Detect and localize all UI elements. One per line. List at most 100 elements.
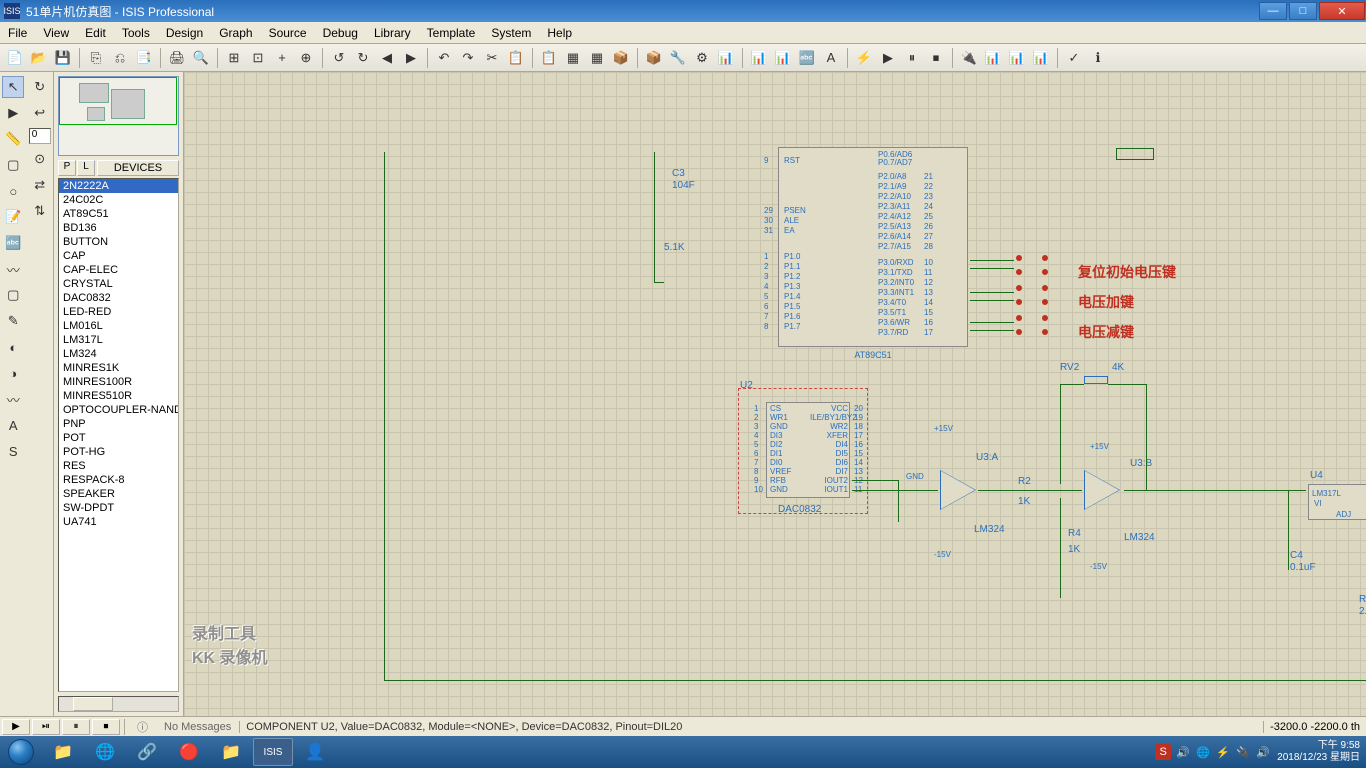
toolbar-btn-11[interactable]: ⊕ (295, 47, 317, 69)
tool-0[interactable]: ↖ (2, 76, 24, 98)
device-item[interactable]: BUTTON (59, 235, 178, 249)
menu-view[interactable]: View (35, 23, 77, 43)
toolbar-btn-20[interactable]: 📋 (538, 47, 560, 69)
tool-8[interactable]: ▢ (2, 284, 24, 306)
menu-library[interactable]: Library (366, 23, 419, 43)
rotate-ccw-icon[interactable]: ↩ (29, 102, 51, 124)
device-item[interactable]: MINRES510R (59, 389, 178, 403)
device-item[interactable]: UA741 (59, 515, 178, 529)
device-item[interactable]: LED-RED (59, 305, 178, 319)
taskbar-app-3[interactable]: 🔴 (169, 738, 209, 766)
tool-13[interactable]: A (2, 414, 24, 436)
menu-edit[interactable]: Edit (77, 23, 114, 43)
component-array[interactable] (1116, 148, 1154, 160)
toolbar-btn-1[interactable]: 📂 (28, 47, 50, 69)
toolbar-btn-19[interactable]: 📋 (505, 47, 527, 69)
component-button-up[interactable] (1014, 288, 1050, 302)
tray-icon-2[interactable]: 🌐 (1195, 744, 1211, 760)
toolbar-btn-10[interactable]: + (271, 47, 293, 69)
device-item[interactable]: 2N2222A (59, 179, 178, 193)
toolbar-btn-22[interactable]: ▦ (586, 47, 608, 69)
minimize-button[interactable]: — (1259, 2, 1287, 20)
menu-source[interactable]: Source (261, 23, 315, 43)
tool-12[interactable]: 〰 (2, 388, 24, 410)
device-item[interactable]: CRYSTAL (59, 277, 178, 291)
device-item[interactable]: CAP (59, 249, 178, 263)
toolbar-btn-39[interactable]: 📊 (1030, 47, 1052, 69)
toolbar-btn-5[interactable]: 📑 (133, 47, 155, 69)
toolbar-btn-29[interactable]: 📊 (772, 47, 794, 69)
toolbar-btn-2[interactable]: 💾 (52, 47, 74, 69)
component-u3b[interactable] (1084, 470, 1120, 510)
toolbar-btn-31[interactable]: A (820, 47, 842, 69)
component-at89c51[interactable]: AT89C51 (778, 147, 968, 347)
device-item[interactable]: CAP-ELEC (59, 263, 178, 277)
close-button[interactable]: ✕ (1319, 2, 1365, 20)
toolbar-btn-27[interactable]: 📊 (715, 47, 737, 69)
toolbar-btn-0[interactable]: 📄 (4, 47, 26, 69)
toolbar-btn-34[interactable]: ⏸ (901, 47, 923, 69)
menu-debug[interactable]: Debug (315, 23, 366, 43)
tray-icon-5[interactable]: 🔊 (1255, 744, 1271, 760)
maximize-button[interactable]: □ (1289, 2, 1317, 20)
toolbar-btn-17[interactable]: ↷ (457, 47, 479, 69)
tool-5[interactable]: 📝 (2, 206, 24, 228)
toolbar-btn-26[interactable]: ⚙ (691, 47, 713, 69)
tool-9[interactable]: ✎ (2, 310, 24, 332)
taskbar-app-0[interactable]: 📁 (43, 738, 83, 766)
device-item[interactable]: OPTOCOUPLER-NAND (59, 403, 178, 417)
component-button-down[interactable] (1014, 318, 1050, 332)
component-u3a[interactable] (940, 470, 976, 510)
flip-v-icon[interactable]: ⇅ (29, 200, 51, 222)
sim-stop-button[interactable]: ⏹ (92, 719, 120, 735)
angle-spin[interactable]: 0 (29, 128, 51, 144)
device-item[interactable]: POT (59, 431, 178, 445)
taskbar-app-6[interactable]: 👤 (295, 738, 335, 766)
tool-7[interactable]: 〰 (2, 258, 24, 280)
taskbar-app-2[interactable]: 🔗 (127, 738, 167, 766)
device-item[interactable]: PNP (59, 417, 178, 431)
toolbar-btn-40[interactable]: ✓ (1063, 47, 1085, 69)
toolbar-btn-35[interactable]: ⏹ (925, 47, 947, 69)
toolbar-btn-36[interactable]: 🔌 (958, 47, 980, 69)
toolbar-btn-14[interactable]: ◀ (376, 47, 398, 69)
toolbar-btn-12[interactable]: ↺ (328, 47, 350, 69)
rotate-cw-icon[interactable]: ↻ (29, 76, 51, 98)
device-item[interactable]: SPEAKER (59, 487, 178, 501)
device-item[interactable]: 24C02C (59, 193, 178, 207)
toolbar-btn-37[interactable]: 📊 (982, 47, 1004, 69)
p-button[interactable]: P (58, 160, 76, 176)
menu-graph[interactable]: Graph (211, 23, 260, 43)
device-item[interactable]: RESPACK-8 (59, 473, 178, 487)
device-list[interactable]: 2N2222A24C02CAT89C51BD136BUTTONCAPCAP-EL… (58, 178, 179, 692)
mirror-target-icon[interactable]: ⊙ (29, 148, 51, 170)
taskbar-app-4[interactable]: 📁 (211, 738, 251, 766)
tool-14[interactable]: S (2, 440, 24, 462)
toolbar-btn-16[interactable]: ↶ (433, 47, 455, 69)
toolbar-btn-30[interactable]: 🔤 (796, 47, 818, 69)
device-item[interactable]: LM016L (59, 319, 178, 333)
sim-pause-button[interactable]: ⏸ (62, 719, 90, 735)
toolbar-btn-33[interactable]: ▶ (877, 47, 899, 69)
taskbar-app-5[interactable]: ISIS (253, 738, 293, 766)
menu-system[interactable]: System (483, 23, 539, 43)
toolbar-btn-23[interactable]: 📦 (610, 47, 632, 69)
sim-play-button[interactable]: ▶ (2, 719, 30, 735)
l-button[interactable]: L (77, 160, 95, 176)
device-item[interactable]: BD136 (59, 221, 178, 235)
sim-step-button[interactable]: ⏯ (32, 719, 60, 735)
schematic-canvas[interactable]: AT89C51 RST9PSEN29ALE30EA31P1.01P1.12P1.… (184, 72, 1366, 716)
flip-h-icon[interactable]: ⇄ (29, 174, 51, 196)
toolbar-btn-32[interactable]: ⚡ (853, 47, 875, 69)
device-item[interactable]: SW-DPDT (59, 501, 178, 515)
toolbar-btn-6[interactable]: 🖨 (166, 47, 188, 69)
menu-design[interactable]: Design (158, 23, 211, 43)
tray-icon-3[interactable]: ⚡ (1215, 744, 1231, 760)
toolbar-btn-21[interactable]: ▦ (562, 47, 584, 69)
menu-template[interactable]: Template (419, 23, 484, 43)
toolbar-btn-7[interactable]: 🔍 (190, 47, 212, 69)
toolbar-btn-28[interactable]: 📊 (748, 47, 770, 69)
overview-map[interactable] (58, 76, 179, 156)
tool-2[interactable]: 📏 (2, 128, 24, 150)
system-tray[interactable]: S🔊🌐⚡🔌🔊 下午 9:58 2018/12/23 星期日 (1149, 740, 1366, 764)
